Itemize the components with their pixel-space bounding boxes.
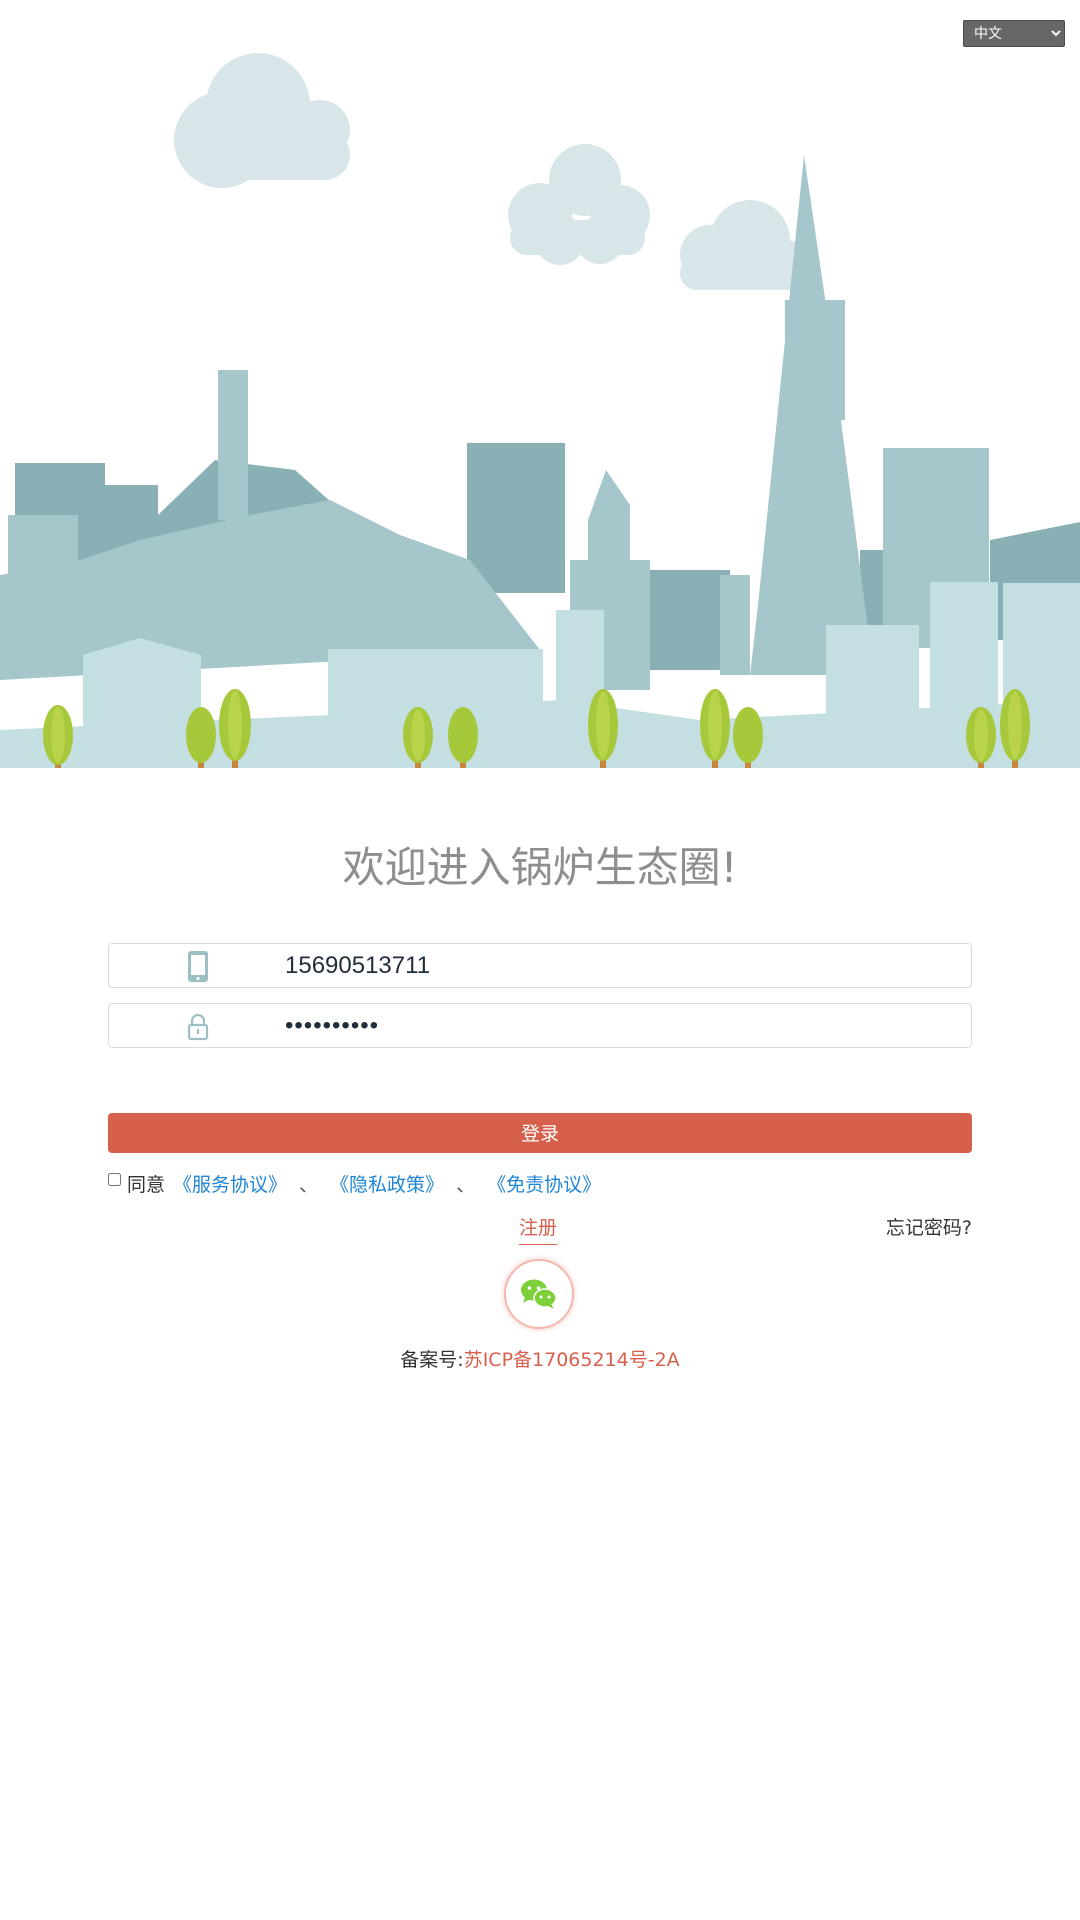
service-agreement-link[interactable]: 《服务协议》 — [173, 1170, 287, 1197]
agree-label: 同意 — [127, 1173, 166, 1196]
lock-icon — [185, 1010, 211, 1043]
phone-input[interactable] — [285, 948, 955, 984]
language-select[interactable]: 中文 — [963, 20, 1065, 47]
disclaimer-link[interactable]: 《免责协议》 — [487, 1170, 601, 1197]
mobile-phone-icon — [185, 950, 211, 983]
welcome-title: 欢迎进入锅炉生态圈! — [342, 843, 738, 892]
wechat-login-button[interactable] — [504, 1259, 574, 1329]
icp-label: 备案号: — [400, 1349, 464, 1371]
agreement-row: 同意 《服务协议》 、 《隐私政策》 、 《免责协议》 — [108, 1168, 601, 1198]
forgot-password-link[interactable]: 忘记密码? — [886, 1213, 972, 1240]
login-button[interactable]: 登录 — [108, 1113, 972, 1153]
login-page: 中文 欢迎进入锅炉生态圈! 登录 同意 《服务协议》 、 — [0, 0, 1080, 1920]
register-link[interactable]: 注册 — [519, 1213, 558, 1245]
password-input[interactable] — [285, 1008, 955, 1044]
separator: 、 — [299, 1173, 319, 1196]
icp-number[interactable]: 苏ICP备17065214号-2A — [464, 1349, 680, 1371]
phone-field — [108, 943, 972, 988]
city-skyline-illustration — [0, 0, 1080, 768]
agree-checkbox[interactable] — [108, 1172, 121, 1186]
privacy-policy-link[interactable]: 《隐私政策》 — [330, 1170, 444, 1197]
separator: 、 — [456, 1173, 476, 1196]
icp-record: 备案号:苏ICP备17065214号-2A — [0, 1345, 1080, 1372]
password-field — [108, 1003, 972, 1048]
wechat-icon — [521, 1279, 557, 1309]
